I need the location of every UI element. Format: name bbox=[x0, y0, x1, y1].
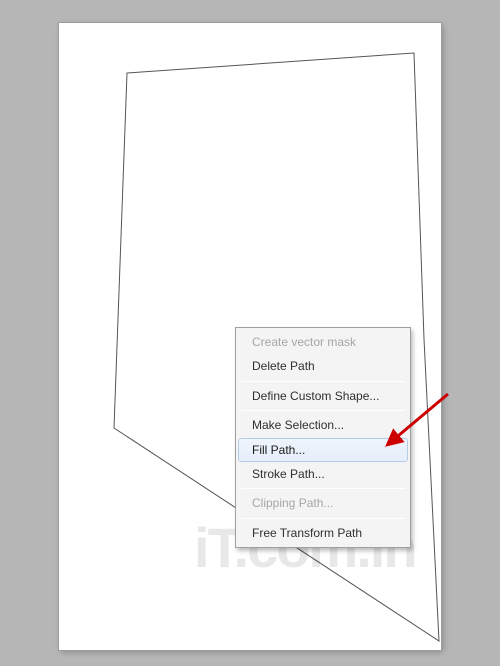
menu-item-create-vector-mask: Create vector mask bbox=[238, 330, 408, 354]
menu-item-define-custom-shape[interactable]: Define Custom Shape... bbox=[238, 384, 408, 408]
menu-item-clipping-path: Clipping Path... bbox=[238, 491, 408, 515]
menu-separator bbox=[241, 410, 405, 411]
menu-item-make-selection[interactable]: Make Selection... bbox=[238, 413, 408, 437]
menu-item-stroke-path[interactable]: Stroke Path... bbox=[238, 462, 408, 486]
app-stage: iT.com.in Create vector maskDelete PathD… bbox=[0, 0, 500, 666]
menu-separator bbox=[241, 488, 405, 489]
menu-separator bbox=[241, 381, 405, 382]
menu-item-fill-path[interactable]: Fill Path... bbox=[238, 438, 408, 462]
menu-separator bbox=[241, 518, 405, 519]
context-menu: Create vector maskDelete Path Define Cust… bbox=[235, 327, 411, 548]
menu-item-delete-path[interactable]: Delete Path bbox=[238, 354, 408, 378]
menu-item-free-transform-path[interactable]: Free Transform Path bbox=[238, 521, 408, 545]
